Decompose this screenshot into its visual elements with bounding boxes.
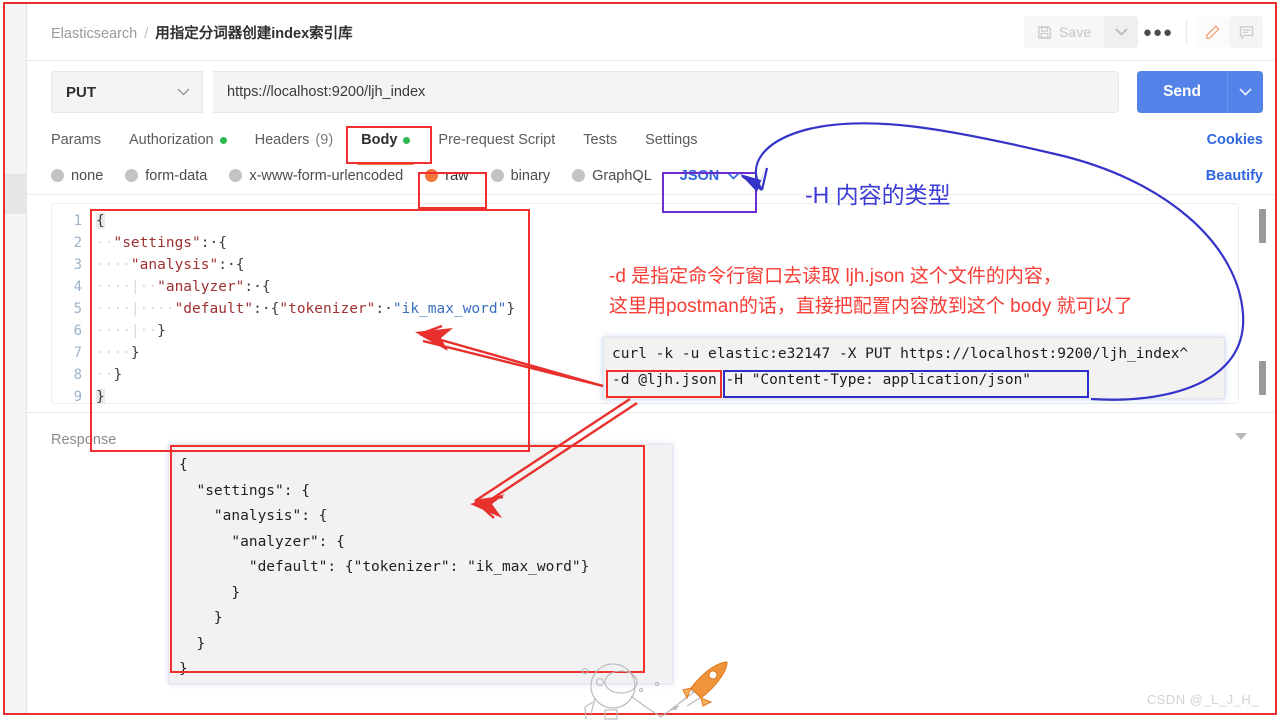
tab-label: Pre-request Script bbox=[438, 132, 556, 148]
annotation-box-body-tab bbox=[346, 126, 432, 164]
tab-label: Authorization bbox=[128, 132, 214, 148]
astronaut-illustration bbox=[581, 661, 728, 720]
annotation-blue-note: -H 内容的类型 bbox=[805, 182, 951, 208]
body-type-graphql[interactable]: GraphQL bbox=[572, 168, 652, 184]
body-type-binary[interactable]: binary bbox=[490, 167, 551, 184]
watermark: CSDN @_L_J_H_ bbox=[1146, 692, 1259, 707]
radio-label: GraphQL bbox=[592, 167, 652, 184]
editor-scrollbar[interactable] bbox=[1257, 201, 1267, 406]
body-type-none[interactable]: none bbox=[51, 168, 103, 184]
annotation-box-json-select bbox=[662, 172, 757, 213]
annotation-box-editor bbox=[90, 209, 530, 452]
radio-label: x-www-form-urlencoded bbox=[249, 167, 404, 184]
radio-label: none bbox=[71, 167, 104, 184]
request-url-input[interactable]: https://localhost:9200/ljh_index bbox=[213, 71, 1120, 113]
chevron-down-icon[interactable] bbox=[1235, 433, 1247, 441]
tab-params[interactable]: Params bbox=[51, 123, 101, 157]
breadcrumb: Elasticsearch / 用指定分词器创建index索引库 bbox=[51, 22, 353, 43]
save-button-label: Save bbox=[1059, 24, 1091, 40]
http-method-select[interactable]: PUT bbox=[51, 71, 203, 113]
save-button[interactable]: Save bbox=[1024, 16, 1104, 48]
editor-scrollbar-thumb-bottom[interactable] bbox=[1259, 361, 1266, 395]
breadcrumb-leaf: 用指定分词器创建index索引库 bbox=[155, 25, 353, 42]
cookies-link[interactable]: Cookies bbox=[1207, 132, 1263, 148]
left-sidebar-gutter[interactable] bbox=[5, 4, 27, 713]
body-type-urlencoded[interactable]: x-www-form-urlencoded bbox=[229, 168, 403, 184]
radio-icon bbox=[125, 169, 139, 182]
header-divider bbox=[1186, 19, 1187, 45]
chevron-down-icon bbox=[1114, 28, 1128, 36]
more-options-button[interactable]: ●●● bbox=[1138, 16, 1178, 48]
annotation-red-note-line2: 这里用postman的话，直接把配置内容放到这个 body 就可以了 bbox=[609, 296, 1133, 317]
send-dropdown-button[interactable] bbox=[1227, 71, 1263, 113]
sidebar-collapsed-tab[interactable] bbox=[5, 174, 27, 214]
send-group: Send bbox=[1137, 71, 1263, 113]
body-type-row: none form-data x-www-form-urlencoded raw… bbox=[27, 157, 1275, 195]
request-tabs: Params Authorization Headers (9) Body Pr… bbox=[27, 123, 1275, 165]
floppy-disk-icon bbox=[1037, 25, 1052, 40]
header-actions: Save ●●● bbox=[1024, 16, 1263, 48]
tab-pre-request-script[interactable]: Pre-request Script bbox=[438, 123, 555, 157]
tab-label: Tests bbox=[583, 132, 618, 148]
beautify-link[interactable]: Beautify bbox=[1206, 168, 1263, 184]
tab-headers[interactable]: Headers (9) bbox=[255, 123, 334, 157]
annotation-box-curl-data bbox=[606, 370, 722, 398]
save-dropdown-button[interactable] bbox=[1104, 16, 1138, 48]
comment-icon bbox=[1238, 24, 1255, 41]
annotation-box-curl-header bbox=[723, 370, 1089, 398]
radio-icon bbox=[490, 169, 504, 182]
comment-button[interactable] bbox=[1229, 16, 1263, 48]
radio-icon bbox=[51, 169, 64, 182]
breadcrumb-root[interactable]: Elasticsearch bbox=[51, 26, 137, 42]
tab-label: Settings bbox=[645, 132, 698, 148]
tab-authorization[interactable]: Authorization bbox=[129, 123, 227, 157]
radio-label: form-data bbox=[145, 167, 208, 184]
send-button[interactable]: Send bbox=[1137, 71, 1227, 113]
annotation-red-note: -d 是指定命令行窗口去读取 ljh.json 这个文件的内容， 这里用post… bbox=[609, 262, 1229, 322]
annotation-box-raw-radio bbox=[418, 172, 487, 209]
tab-label: Headers bbox=[254, 132, 310, 148]
editor-scrollbar-thumb-top[interactable] bbox=[1259, 209, 1266, 243]
tab-settings[interactable]: Settings bbox=[645, 123, 697, 157]
radio-icon bbox=[229, 169, 243, 182]
annotation-red-note-line1: -d 是指定命令行窗口去读取 ljh.json 这个文件的内容， bbox=[609, 266, 1062, 287]
rocket-icon bbox=[682, 661, 728, 707]
app-header: Elasticsearch / 用指定分词器创建index索引库 Save ●●… bbox=[27, 4, 1275, 61]
request-url-row: PUT https://localhost:9200/ljh_index Sen… bbox=[27, 61, 1275, 123]
pencil-icon bbox=[1204, 24, 1221, 41]
body-type-form-data[interactable]: form-data bbox=[125, 168, 207, 184]
edit-button[interactable] bbox=[1195, 16, 1229, 48]
status-dot-icon bbox=[219, 136, 227, 144]
tab-tests[interactable]: Tests bbox=[583, 123, 617, 157]
ellipsis-icon: ●●● bbox=[1142, 23, 1174, 41]
radio-label: binary bbox=[510, 167, 551, 184]
tab-label: Params bbox=[51, 132, 101, 148]
chevron-down-icon bbox=[177, 88, 190, 96]
annotation-box-response bbox=[170, 445, 645, 673]
http-method-value: PUT bbox=[66, 83, 96, 101]
tab-count: (9) bbox=[315, 132, 334, 148]
screenshot-frame: Elasticsearch / 用指定分词器创建index索引库 Save ●●… bbox=[3, 2, 1277, 720]
curl-line-1: curl -k -u elastic:e32147 -X PUT https:/… bbox=[612, 346, 1189, 362]
radio-icon bbox=[572, 169, 586, 182]
breadcrumb-separator: / bbox=[144, 25, 149, 42]
